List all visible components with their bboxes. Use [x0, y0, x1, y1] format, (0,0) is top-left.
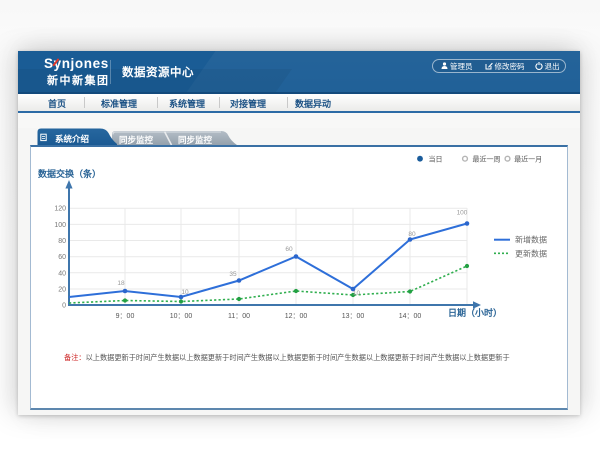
svg-text:40: 40: [58, 270, 66, 277]
svg-text:新增数据: 新增数据: [515, 235, 547, 245]
svg-text:更新数据: 更新数据: [515, 248, 547, 258]
svg-text:10: 10: [353, 290, 361, 297]
svg-text:10：00: 10：00: [170, 313, 193, 320]
svg-text:14：00: 14：00: [399, 313, 422, 320]
svg-text:80: 80: [58, 238, 66, 245]
svg-text:120: 120: [54, 206, 66, 213]
svg-text:当日: 当日: [429, 154, 443, 163]
svg-text:10: 10: [181, 289, 189, 296]
svg-text:最近一周: 最近一周: [473, 154, 501, 163]
svg-text:日期（小时）: 日期（小时）: [448, 307, 502, 318]
svg-text:80: 80: [408, 231, 416, 238]
svg-text:100: 100: [54, 222, 66, 229]
svg-text:数据交换（条）: 数据交换（条）: [38, 168, 101, 179]
svg-text:最近一月: 最近一月: [514, 154, 542, 163]
svg-text:20: 20: [58, 287, 66, 294]
svg-text:0: 0: [62, 303, 66, 310]
svg-text:9：00: 9：00: [116, 313, 135, 320]
svg-text:13：00: 13：00: [342, 313, 365, 320]
svg-text:60: 60: [285, 246, 293, 253]
svg-text:35: 35: [229, 271, 237, 278]
svg-text:60: 60: [58, 254, 66, 261]
svg-text:11：00: 11：00: [228, 313, 250, 320]
svg-text:12：00: 12：00: [285, 313, 308, 320]
svg-text:18: 18: [117, 280, 125, 287]
svg-text:100: 100: [457, 210, 468, 217]
